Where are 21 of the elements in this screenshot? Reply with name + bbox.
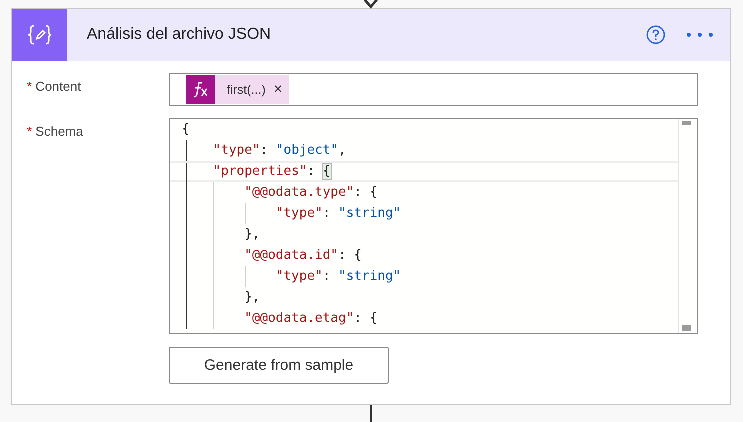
code-line: "type": "string" xyxy=(170,266,678,287)
code-line: }, xyxy=(170,287,678,308)
content-field[interactable]: first(...) × xyxy=(169,73,698,106)
remove-button[interactable]: × xyxy=(274,81,283,98)
field-label: * Content xyxy=(26,78,82,96)
code-line: "type": "string" xyxy=(170,203,678,224)
code-line: "type": "object", xyxy=(170,140,678,161)
action-title: Análisis del archivo JSON xyxy=(87,26,272,44)
code-line: { xyxy=(181,121,191,139)
more-icon[interactable] xyxy=(686,32,714,38)
code-line: "@@odata.id": { xyxy=(170,245,678,266)
field-label: * Schema xyxy=(26,123,84,141)
generate-button[interactable]: Generate from sample xyxy=(169,347,389,384)
code-line: "properties": { xyxy=(170,161,678,182)
code-line: }, xyxy=(170,224,678,245)
code-line: "@@odata.type": { xyxy=(170,182,678,203)
schema-editor[interactable]: { "type": "object", "properties": { "@@odata.type": { "type": "string" }, "@@odata.id": { "type": "string" }, "@@odata.etag": { xyxy=(169,118,698,334)
code-line: "@@odata.etag": { xyxy=(170,308,678,329)
expression-token[interactable]: first(...) × xyxy=(186,75,289,104)
function-icon xyxy=(186,75,215,104)
help-icon[interactable] xyxy=(646,25,666,45)
